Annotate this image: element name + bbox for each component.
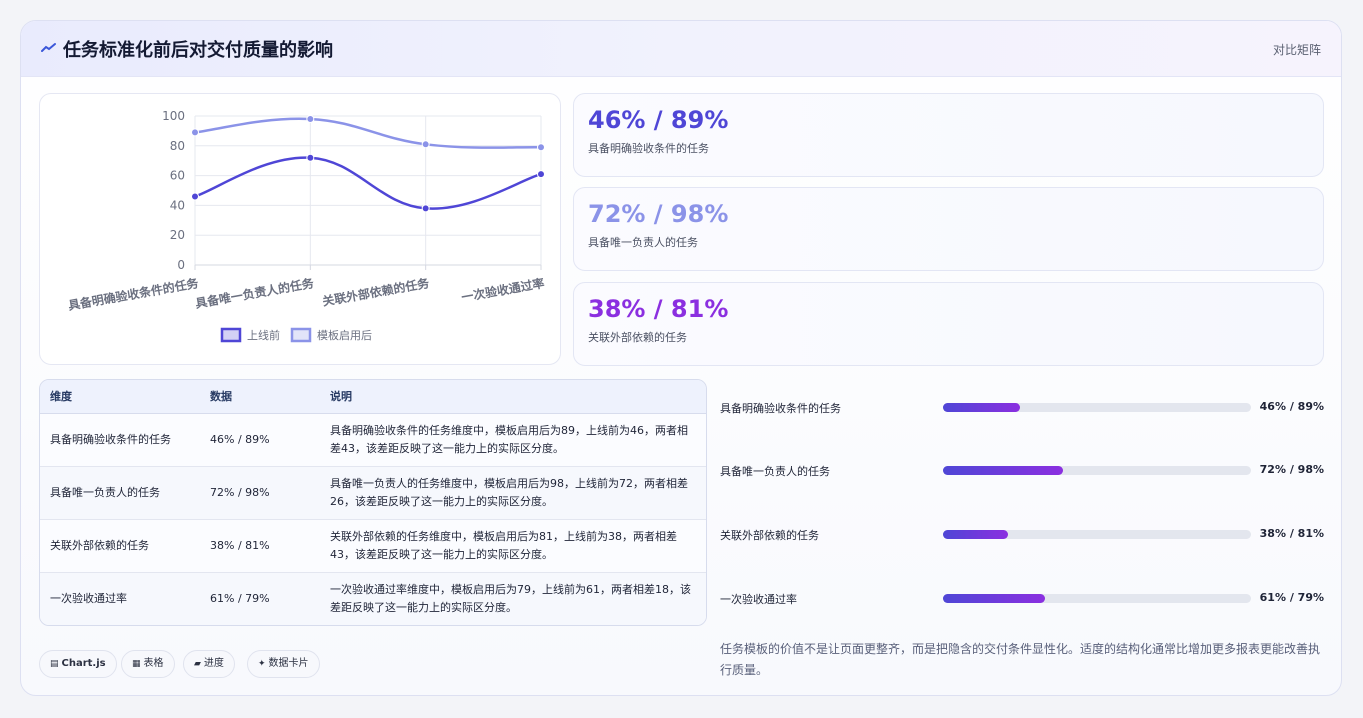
- progress-track: [943, 466, 1251, 475]
- table-row: 具备明确验收条件的任务 46% / 89% 具备明确验收条件的任务维度中，模板启…: [40, 413, 706, 467]
- progress-row-3: 关联外部依赖的任务 38% / 81%: [720, 525, 1324, 545]
- table-row: 关联外部依赖的任务 38% / 81% 关联外部依赖的任务维度中，模板启用后为8…: [40, 519, 706, 573]
- cell-data: 38% / 81%: [200, 519, 320, 573]
- progress-fill: [943, 594, 1045, 603]
- table-icon: ▦: [132, 659, 141, 669]
- progress-label: 具备明确验收条件的任务: [720, 402, 841, 415]
- x-tick-label: 一次验收通过率: [460, 275, 545, 304]
- chip-progress[interactable]: ▰ 进度: [183, 650, 235, 678]
- cell-data: 72% / 98%: [200, 466, 320, 520]
- stat-label-3: 关联外部依赖的任务: [588, 331, 687, 344]
- progress-track: [943, 594, 1251, 603]
- cell-description: 具备明确验收条件的任务维度中，模板启用后为89，上线前为46，两者相差43，该差…: [320, 413, 706, 467]
- line-chart: 0 20 40 60 80 100 具备明确验收条件的任务具备唯一负责人的任务 关联外部依赖的…: [67, 109, 546, 343]
- data-point: [191, 128, 199, 137]
- header-data: 数据: [200, 380, 320, 414]
- legend-swatch: [290, 327, 312, 343]
- header-description: 说明: [320, 380, 706, 414]
- chip-label: 进度: [203, 658, 224, 669]
- data-point: [306, 153, 315, 162]
- cell-data: 46% / 89%: [200, 413, 320, 467]
- y-tick-label: 20: [170, 228, 185, 242]
- y-tick-label: 40: [170, 198, 185, 212]
- legend-swatch: [220, 327, 242, 343]
- progress-label: 具备唯一负责人的任务: [720, 465, 830, 478]
- y-tick-label: 100: [162, 109, 185, 123]
- header-tag: 对比矩阵: [1272, 43, 1321, 57]
- legend-label: 模板启用后: [317, 328, 372, 342]
- progress-track: [943, 403, 1251, 412]
- data-point: [537, 170, 545, 179]
- progress-row-1: 具备明确验收条件的任务 46% / 89%: [720, 398, 1324, 418]
- stat-value-3: 38% / 81%: [588, 295, 729, 323]
- stat-card-3: 38% / 81% 关联外部依赖的任务: [573, 282, 1324, 366]
- cell-dimension: 一次验收通过率: [50, 591, 127, 605]
- data-point: [421, 140, 430, 149]
- card-icon: ✦: [258, 659, 266, 669]
- stat-card-1: 46% / 89% 具备明确验收条件的任务: [573, 93, 1324, 177]
- cell-dimension: 具备明确验收条件的任务: [40, 413, 200, 467]
- progress-row-4: 一次验收通过率 61% / 79%: [720, 589, 1324, 609]
- page-title: 任务标准化前后对交付质量的影响: [63, 40, 333, 61]
- x-tick-label: 关联外部依赖的任务: [321, 275, 431, 309]
- table-row: 具备唯一负责人的任务 72% / 98% 具备唯一负责人的任务维度中，模板启用后…: [40, 466, 706, 520]
- data-point: [191, 192, 199, 201]
- chip-chartjs[interactable]: ▤ Chart.js: [39, 650, 117, 678]
- y-tick-label: 60: [170, 169, 185, 183]
- x-tick-label: 具备明确验收条件的任务: [67, 275, 201, 313]
- cell-dimension: 关联外部依赖的任务: [40, 519, 200, 573]
- stat-label-1: 具备明确验收条件的任务: [588, 142, 709, 155]
- card-header: 任务标准化前后对交付质量的影响 对比矩阵: [21, 21, 1341, 77]
- cell-dimension: 具备唯一负责人的任务: [40, 466, 200, 520]
- progress-icon: ▰: [194, 659, 201, 669]
- table-header-row: 维度 数据 说明: [40, 380, 706, 414]
- data-point: [306, 114, 315, 123]
- data-point: [421, 204, 430, 213]
- series-line-2: [194, 117, 542, 149]
- progress-fill: [943, 403, 1020, 412]
- progress-label: 关联外部依赖的任务: [720, 529, 819, 542]
- cell-description: 关联外部依赖的任务维度中，模板启用后为81，上线前为38，两者相差43，该差距反…: [320, 519, 706, 573]
- series-line-1: [194, 156, 542, 210]
- chip-table[interactable]: ▦ 表格: [121, 650, 175, 678]
- progress-value: 38% / 81%: [1259, 527, 1324, 540]
- stat-value-1: 46% / 89%: [588, 106, 729, 134]
- header-dimension: 维度: [40, 380, 200, 414]
- progress-fill: [943, 530, 1008, 539]
- progress-value: 72% / 98%: [1259, 463, 1324, 476]
- progress-fill: [943, 466, 1064, 475]
- cell-description: 具备唯一负责人的任务维度中，模板启用后为98，上线前为72，两者相差26，该差距…: [320, 466, 706, 520]
- cell-data: 61% / 79%: [210, 591, 270, 605]
- progress-row-2: 具备唯一负责人的任务 72% / 98%: [720, 461, 1324, 481]
- main-card: 任务标准化前后对交付质量的影响 对比矩阵 0 20 40 60 80 100 具备明确验收条…: [20, 20, 1342, 696]
- stat-value-2: 72% / 98%: [588, 200, 729, 228]
- progress-value: 61% / 79%: [1259, 591, 1324, 604]
- progress-track: [943, 530, 1251, 539]
- cell-description: 一次验收通过率维度中，模板启用后为79，上线前为61，两者相差18，该差距反映了…: [330, 582, 691, 614]
- chart-icon: ▤: [50, 659, 59, 669]
- legend-label: 上线前: [247, 328, 280, 342]
- chip-label: 表格: [143, 658, 164, 669]
- stat-card-2: 72% / 98% 具备唯一负责人的任务: [573, 187, 1324, 271]
- progress-label: 一次验收通过率: [720, 593, 797, 606]
- comparison-table: 维度 数据 说明 具备明确验收条件的任务 46% / 89% 具备明确验收条件的…: [39, 379, 707, 626]
- y-tick-label: 80: [170, 139, 185, 153]
- x-tick-label: 具备唯一负责人的任务: [194, 275, 316, 311]
- table-row: 一次验收通过率 61% / 79% 一次验收通过率维度中，模板启用后为79，上线…: [40, 572, 706, 625]
- chip-data-card[interactable]: ✦ 数据卡片: [247, 650, 320, 678]
- data-point: [537, 143, 545, 152]
- line-chart-panel: 0 20 40 60 80 100 具备明确验收条件的任务 具备唯一负责人的任务 关联外部依赖的…: [39, 93, 561, 365]
- trend-line-icon: [41, 43, 56, 52]
- summary-note: 任务模板的价值不是让页面更整齐，而是把隐含的交付条件显性化。适度的结构化通常比增…: [720, 642, 1321, 677]
- progress-value: 46% / 89%: [1259, 400, 1324, 413]
- chip-label: 数据卡片: [268, 658, 309, 669]
- y-tick-label: 0: [177, 258, 185, 272]
- stat-label-2: 具备唯一负责人的任务: [588, 236, 698, 249]
- chip-label: Chart.js: [61, 658, 106, 669]
